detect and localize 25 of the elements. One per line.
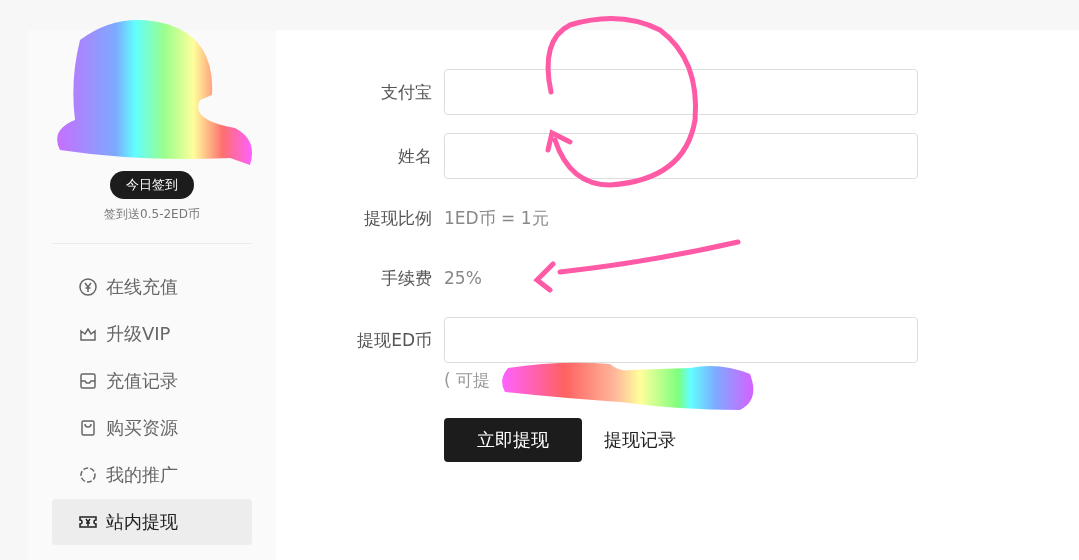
hint-text: ( 可提: [444, 369, 492, 392]
bag-icon: [78, 418, 98, 438]
checkin-button[interactable]: 今日签到: [110, 171, 194, 199]
sidebar-item[interactable]: 站内提现: [52, 499, 252, 545]
sidebar-item[interactable]: 升级VIP: [52, 311, 252, 357]
field-label: 支付宝: [380, 80, 432, 104]
withdraw-button[interactable]: 立即提现: [444, 418, 582, 462]
sidebar-item[interactable]: 充值记录: [52, 358, 252, 404]
input-field[interactable]: [444, 317, 918, 363]
sidebar-item[interactable]: 购买资源: [52, 405, 252, 451]
input-field[interactable]: [444, 69, 918, 115]
field-label: 手续费: [380, 266, 432, 290]
records-link[interactable]: 提现记录: [604, 428, 676, 452]
field-value: 1ED币 = 1元: [444, 206, 549, 230]
loading-ring-icon: [78, 465, 98, 485]
field-value: 25%: [444, 268, 482, 288]
field-label: 提现比例: [363, 206, 432, 230]
drawer-icon: [78, 371, 98, 391]
input-field[interactable]: [444, 133, 918, 179]
field-label: 提现ED币: [356, 328, 432, 352]
sidebar-item[interactable]: 我的推广: [52, 452, 252, 498]
yen-coin-icon: [78, 277, 98, 297]
checkin-note: 签到送0.5-2ED币: [104, 206, 200, 223]
sidebar-item[interactable]: 在线充值: [52, 264, 252, 310]
field-label: 姓名: [397, 144, 432, 168]
